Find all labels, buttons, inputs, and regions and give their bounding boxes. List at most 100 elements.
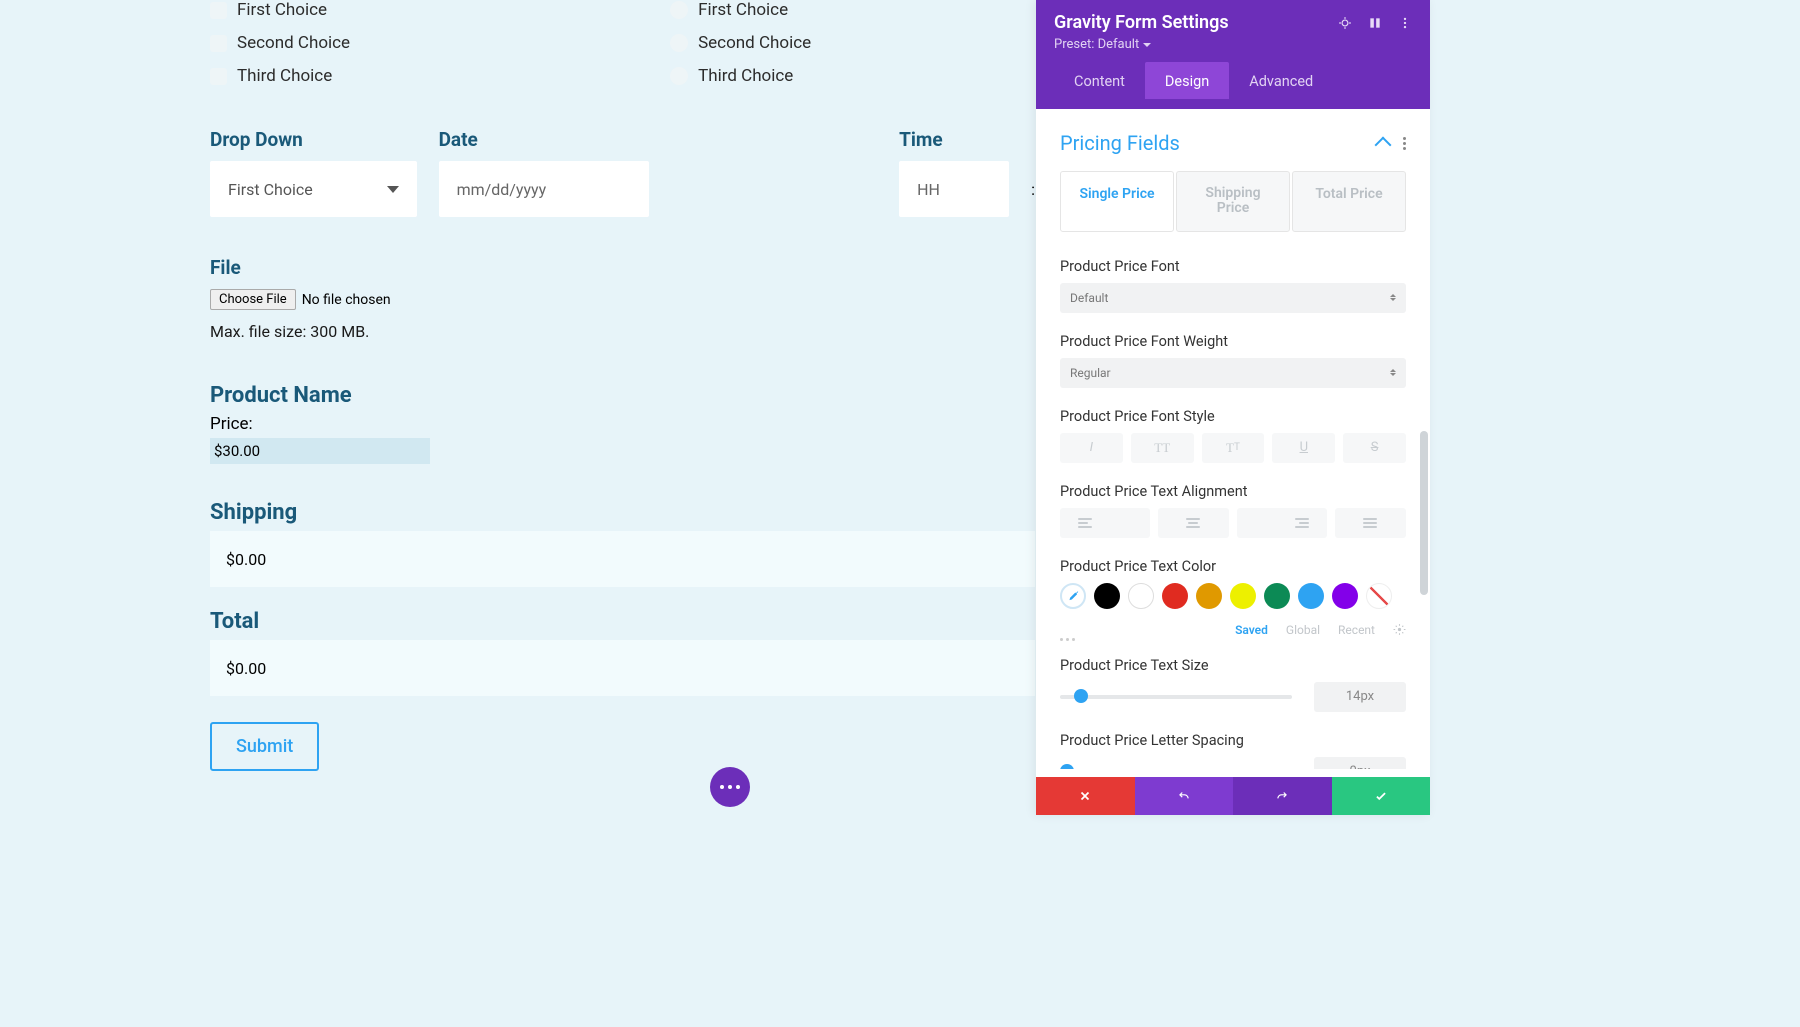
font-style-buttons: I TT TT U S bbox=[1060, 433, 1406, 463]
font-label: Product Price Font bbox=[1060, 258, 1406, 275]
file-field: File Choose File No file chosen Max. fil… bbox=[210, 256, 1035, 341]
dropdown-select[interactable]: First Choice bbox=[210, 161, 417, 217]
gear-icon[interactable] bbox=[1393, 623, 1406, 636]
swatch[interactable] bbox=[1298, 583, 1324, 609]
subtab-shipping-price[interactable]: Shipping Price bbox=[1176, 171, 1290, 232]
align-left-button[interactable] bbox=[1060, 508, 1150, 538]
swatch-transparent[interactable] bbox=[1366, 583, 1392, 609]
subtab-single-price[interactable]: Single Price bbox=[1060, 171, 1174, 232]
more-vertical-icon[interactable] bbox=[1398, 16, 1412, 30]
slider-thumb-icon bbox=[1060, 764, 1074, 769]
letter-spacing-value[interactable]: 0px bbox=[1314, 757, 1406, 769]
product-price-label: Price: bbox=[210, 414, 1035, 434]
align-justify-button[interactable] bbox=[1335, 508, 1407, 538]
text-size-label: Product Price Text Size bbox=[1060, 657, 1406, 674]
choose-file-button[interactable]: Choose File bbox=[210, 289, 296, 310]
strikethrough-button[interactable]: S bbox=[1343, 433, 1406, 463]
font-value: Default bbox=[1070, 291, 1108, 305]
time-hh-input[interactable]: HH bbox=[899, 161, 1009, 217]
redo-button[interactable] bbox=[1233, 777, 1332, 815]
panel-header-icons bbox=[1338, 16, 1412, 30]
uppercase-button[interactable]: TT bbox=[1131, 433, 1194, 463]
module-options-fab[interactable] bbox=[710, 767, 750, 807]
file-status: No file chosen bbox=[302, 292, 391, 308]
date-placeholder: mm/dd/yyyy bbox=[457, 180, 547, 199]
checkbox-icon bbox=[210, 2, 227, 19]
pricing-fields-section-header[interactable]: Pricing Fields bbox=[1060, 131, 1406, 155]
tab-advanced[interactable]: Advanced bbox=[1229, 62, 1333, 99]
product-price-value: $30.00 bbox=[210, 438, 430, 464]
more-swatches-button[interactable] bbox=[1060, 638, 1075, 641]
font-weight-select[interactable]: Regular bbox=[1060, 358, 1406, 388]
submit-button[interactable]: Submit bbox=[210, 722, 319, 771]
swatch[interactable] bbox=[1332, 583, 1358, 609]
text-align-label: Product Price Text Alignment bbox=[1060, 483, 1406, 500]
radio-item[interactable]: First Choice bbox=[670, 0, 811, 20]
section-title: Pricing Fields bbox=[1060, 131, 1180, 155]
form-area: First Choice Second Choice Third Choice … bbox=[210, 0, 1035, 771]
radio-item[interactable]: Third Choice bbox=[670, 66, 811, 86]
columns-icon[interactable] bbox=[1368, 16, 1382, 30]
swatch[interactable] bbox=[1196, 583, 1222, 609]
pricing-subtabs: Single Price Shipping Price Total Price bbox=[1060, 171, 1406, 232]
text-size-value[interactable]: 14px bbox=[1314, 682, 1406, 712]
letter-spacing-label: Product Price Letter Spacing bbox=[1060, 732, 1406, 749]
date-field: Date mm/dd/yyyy bbox=[439, 128, 649, 218]
align-right-button[interactable] bbox=[1237, 508, 1327, 538]
text-size-slider[interactable] bbox=[1060, 695, 1292, 699]
panel-scrollbar[interactable] bbox=[1420, 431, 1428, 595]
save-button[interactable] bbox=[1332, 777, 1431, 815]
tab-content[interactable]: Content bbox=[1054, 62, 1145, 99]
checkbox-icon bbox=[210, 68, 227, 85]
font-style-label: Product Price Font Style bbox=[1060, 408, 1406, 425]
color-swatches bbox=[1060, 583, 1406, 609]
date-time-row: Drop Down First Choice Date mm/dd/yyyy T… bbox=[210, 128, 1035, 218]
swatch[interactable] bbox=[1230, 583, 1256, 609]
undo-button[interactable] bbox=[1135, 777, 1234, 815]
more-vertical-icon[interactable] bbox=[1403, 137, 1406, 150]
select-arrows-icon bbox=[1390, 369, 1396, 376]
chevron-down-icon bbox=[387, 186, 399, 193]
preset-label: Preset: Default bbox=[1054, 37, 1139, 52]
eyedropper-icon bbox=[1066, 589, 1080, 603]
radio-item[interactable]: Second Choice bbox=[670, 33, 811, 53]
dot-icon bbox=[728, 785, 732, 789]
palette-recent[interactable]: Recent bbox=[1338, 623, 1375, 637]
swatch[interactable] bbox=[1162, 583, 1188, 609]
palette-saved[interactable]: Saved bbox=[1235, 623, 1268, 637]
checkbox-group: First Choice Second Choice Third Choice bbox=[210, 0, 350, 86]
swatch[interactable] bbox=[1094, 583, 1120, 609]
time-colon: : bbox=[1031, 162, 1035, 218]
file-label: File bbox=[210, 256, 1035, 279]
swatch[interactable] bbox=[1264, 583, 1290, 609]
text-color-label: Product Price Text Color bbox=[1060, 558, 1406, 575]
radio-icon bbox=[670, 34, 688, 52]
font-select[interactable]: Default bbox=[1060, 283, 1406, 313]
target-icon[interactable] bbox=[1338, 16, 1352, 30]
select-arrows-icon bbox=[1390, 294, 1396, 301]
time-hh-value: HH bbox=[917, 180, 940, 199]
underline-button[interactable]: U bbox=[1272, 433, 1335, 463]
align-center-button[interactable] bbox=[1158, 508, 1230, 538]
panel-header: Gravity Form Settings Preset: Default Co… bbox=[1036, 0, 1430, 109]
italic-button[interactable]: I bbox=[1060, 433, 1123, 463]
shipping-value-box: $0.00 bbox=[210, 531, 1035, 587]
radio-icon bbox=[670, 1, 688, 19]
panel-action-bar bbox=[1036, 777, 1430, 815]
total-value: $0.00 bbox=[226, 659, 266, 678]
palette-global[interactable]: Global bbox=[1286, 623, 1320, 637]
swatch[interactable] bbox=[1128, 583, 1154, 609]
tab-design[interactable]: Design bbox=[1145, 62, 1229, 99]
checkbox-item[interactable]: Second Choice bbox=[210, 33, 350, 53]
undo-icon bbox=[1177, 789, 1191, 803]
date-input[interactable]: mm/dd/yyyy bbox=[439, 161, 649, 217]
subtab-total-price[interactable]: Total Price bbox=[1292, 171, 1406, 232]
checkbox-item[interactable]: Third Choice bbox=[210, 66, 350, 86]
smallcaps-button[interactable]: TT bbox=[1202, 433, 1265, 463]
radio-group: First Choice Second Choice Third Choice bbox=[670, 0, 811, 86]
checkbox-item[interactable]: First Choice bbox=[210, 0, 350, 20]
cancel-button[interactable] bbox=[1036, 777, 1135, 815]
preset-selector[interactable]: Preset: Default bbox=[1054, 37, 1412, 52]
color-picker-button[interactable] bbox=[1060, 583, 1086, 609]
dropdown-field: Drop Down First Choice bbox=[210, 128, 417, 218]
